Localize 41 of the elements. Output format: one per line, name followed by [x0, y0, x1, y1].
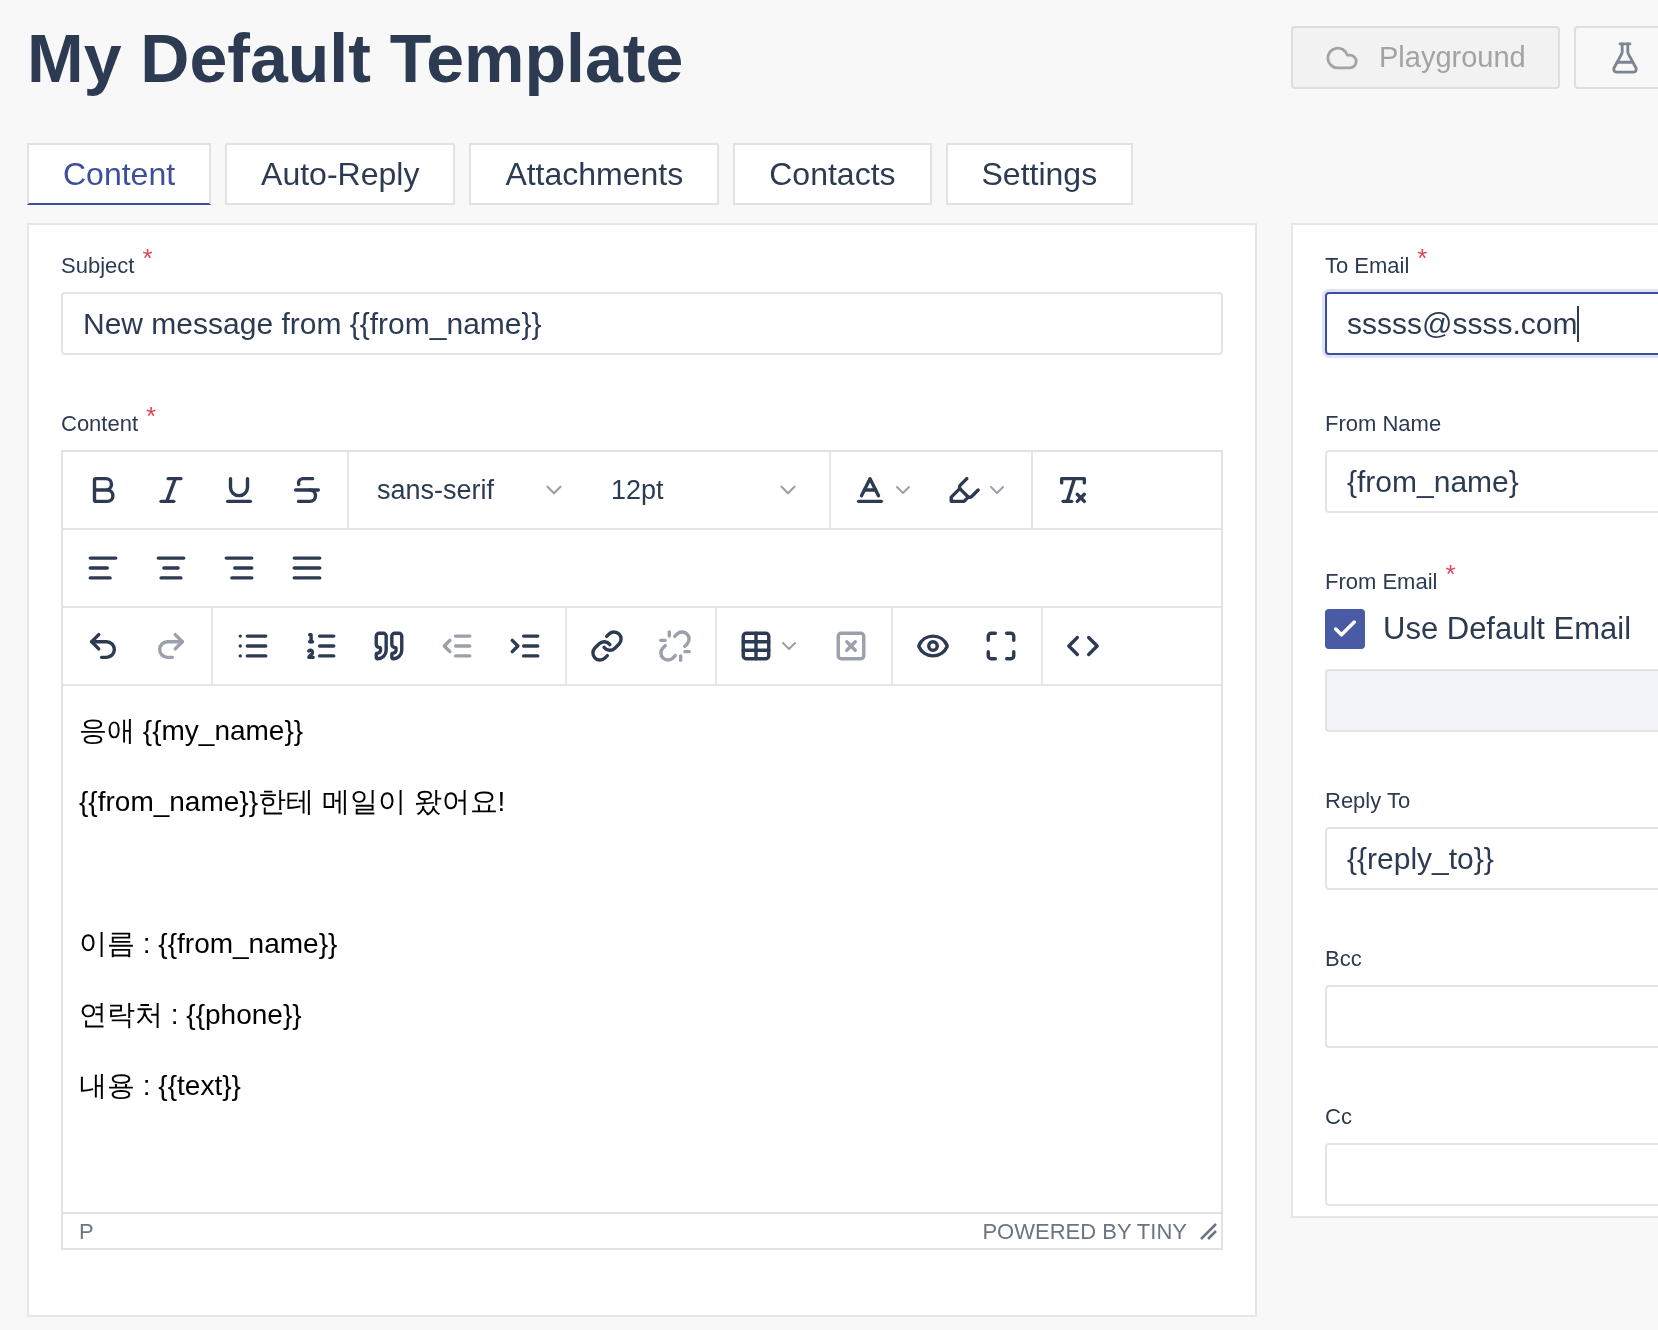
subject-field[interactable]: New message from {{from_name}}: [61, 292, 1223, 355]
text-field[interactable]: {from_name}: [1325, 450, 1658, 513]
required-mark: *: [1445, 561, 1456, 587]
editor-paragraph: {{from_name}}한테 메일이 왔어요!: [79, 785, 506, 818]
field-label: Reply To: [1325, 786, 1411, 815]
tab[interactable]: Content: [27, 143, 212, 205]
checkbox-label: Use Default Email: [1383, 610, 1632, 648]
editor-paragraph: 내용 : {{text}}: [79, 1069, 241, 1102]
dropdown-select[interactable]: 12pt: [589, 462, 823, 518]
field-label: Cc: [1325, 1102, 1352, 1131]
required-mark: *: [142, 245, 153, 271]
field-label: Content: [61, 410, 139, 438]
text-field[interactable]: {{reply_to}}: [1325, 826, 1658, 890]
element-path[interactable]: P: [79, 1214, 94, 1248]
text-field[interactable]: sssss@ssss.com: [1325, 292, 1658, 355]
field-label: To Email: [1325, 252, 1410, 280]
tab[interactable]: Attachments: [469, 143, 720, 205]
field-label: Bcc: [1325, 944, 1362, 973]
editor-paragraph: 이름 : {{from_name}}: [79, 927, 338, 960]
editor-paragraph: 응애 {{my_name}}: [79, 714, 304, 747]
fullscreen-icon: [984, 629, 1018, 663]
tab[interactable]: Settings: [945, 143, 1134, 205]
field-label: From Name: [1325, 410, 1442, 438]
tab[interactable]: Contacts: [733, 143, 932, 205]
field-label: Subject: [61, 252, 135, 280]
field-label: From Email: [1325, 568, 1438, 596]
header-button[interactable]: [1573, 26, 1658, 89]
table-icon: [739, 629, 773, 663]
link-icon: [590, 629, 624, 663]
required-mark: *: [1417, 245, 1428, 271]
unlink-icon: [658, 629, 692, 663]
editor-paragraph: 연락처 : {{phone}}: [79, 998, 302, 1031]
dropdown-select[interactable]: sans-serif: [355, 462, 589, 518]
delete-table-icon: [834, 629, 868, 663]
branding-link[interactable]: POWERED BY TINY: [982, 1214, 1187, 1248]
required-mark: *: [146, 403, 157, 429]
checkbox[interactable]: [1325, 609, 1365, 650]
page-title: My Default Template: [27, 18, 684, 98]
resize-handle-icon[interactable]: [1199, 1222, 1217, 1240]
quote-icon: [372, 629, 406, 663]
tab[interactable]: Auto-Reply: [225, 143, 456, 205]
